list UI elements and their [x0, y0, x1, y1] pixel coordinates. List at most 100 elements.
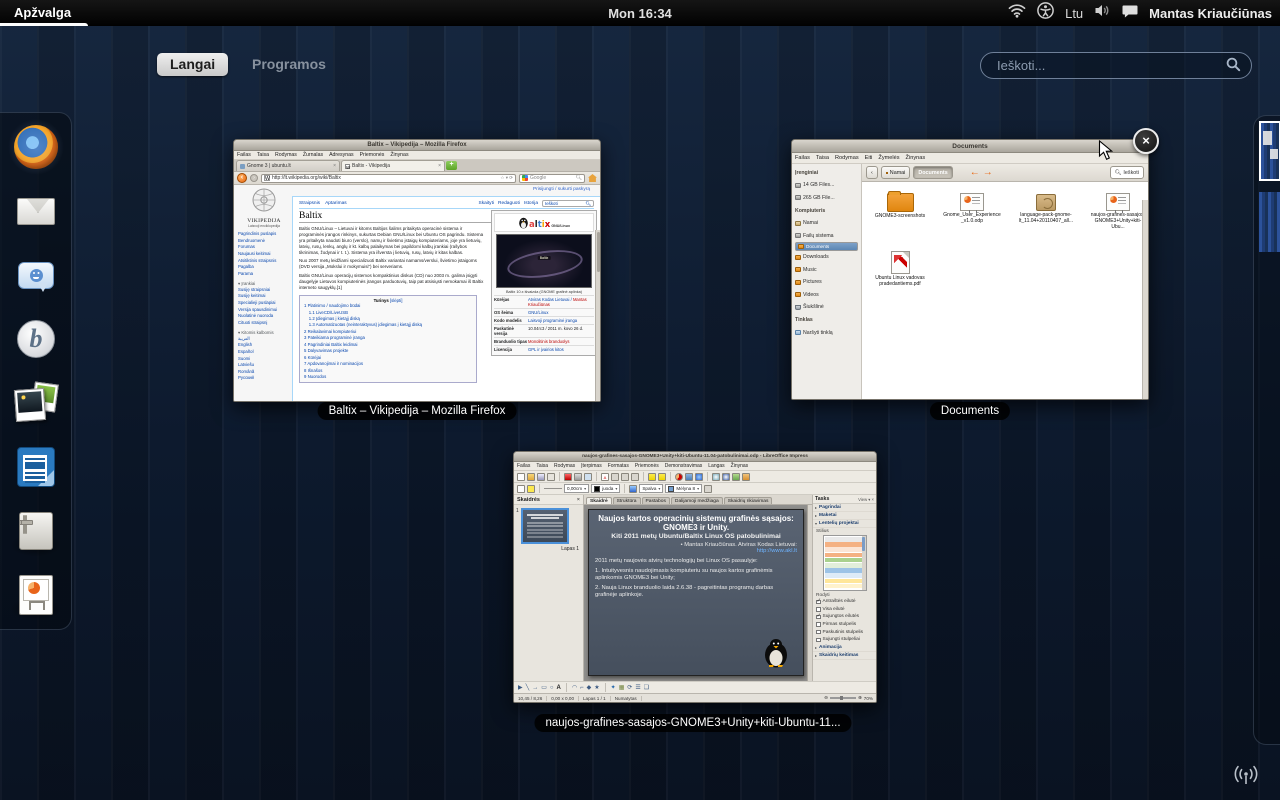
- sidebar-header: Tinklas: [795, 314, 861, 327]
- dock-firefox-icon[interactable]: [12, 123, 60, 171]
- menu-item: Failas: [795, 155, 810, 161]
- table-of-contents: Turinys [slėpti] 1 Platinimo / naudojimo…: [299, 295, 477, 383]
- window-label-documents: Documents: [930, 402, 1010, 420]
- google-icon: [522, 175, 528, 181]
- baltix-logo: altix GNU/Linux: [494, 213, 594, 232]
- infobox-row: OS šeimaGNU/Linux: [494, 308, 594, 316]
- article-paragraph: Baltix GNU/Linux operacijų sistemos komp…: [299, 273, 485, 291]
- menu-item: Rodymas: [275, 152, 297, 158]
- zoom-out-icon: ⊖: [824, 695, 828, 701]
- file-item-pdf: Ubuntu Linux vadovas pradedantiems.pdf: [864, 250, 936, 288]
- user-menu[interactable]: Mantas Kriaučiūnas: [1149, 6, 1272, 21]
- fontwork-icon: ✦: [611, 684, 616, 691]
- dock-empathy-icon[interactable]: [12, 251, 60, 299]
- infobox-row: LicencijaGPL ir įvairios kitos: [494, 345, 594, 353]
- keyboard-layout-indicator[interactable]: Ltu: [1065, 6, 1083, 21]
- slide-title: Naujos kartos operacinių sistemų grafinė…: [595, 514, 797, 532]
- checkbox-header-row: Antraštės eilutė: [813, 598, 876, 606]
- file-item-presentation: naujos-grafines-sasajos-GNOME3+Unity+kit…: [1082, 190, 1148, 230]
- search-placeholder: Ieškoti...: [997, 58, 1226, 73]
- sidebar-place-videos: Videos: [795, 289, 861, 302]
- tab-label: Gnome 3 | ubuntu.lt: [247, 163, 291, 169]
- tab-favicon: [240, 164, 245, 169]
- menu-item: Taisa: [257, 152, 269, 158]
- wiki-tabs-right: SkaitytiRedaguotiIstorija: [479, 201, 538, 206]
- mouse-cursor: [1098, 140, 1113, 166]
- checkbox-total-row: Visa eilutė: [813, 606, 876, 614]
- menu-item: Eiti: [865, 155, 873, 161]
- curve-tool-icon: ◠: [572, 684, 577, 691]
- dock-files-icon[interactable]: [12, 507, 60, 555]
- dock-shotwell-icon[interactable]: [12, 379, 60, 427]
- infobox-row: Paskutinė versija10.04rc3 / 2011 m. kovo…: [494, 324, 594, 337]
- copy-icon: [621, 473, 629, 481]
- package-icon: [1036, 194, 1056, 211]
- view-tab: Dalijamoji medžiaga: [671, 497, 723, 504]
- baltix-infobox: altix GNU/Linux Baltix Baltix 10.x išvai…: [491, 210, 597, 356]
- infobox-row: Kodo modelisLaisvoji programinė įranga: [494, 316, 594, 324]
- view-tab: Skaidrių rikiavimas: [724, 497, 773, 504]
- wiki-link: Naujausi keitimai: [238, 251, 290, 258]
- close-window-button[interactable]: ×: [1133, 128, 1159, 154]
- window-impress[interactable]: naujos-grafines-sasajos-GNOME3+Unity+kit…: [513, 451, 877, 703]
- paste-icon: [631, 473, 639, 481]
- firefox-titlebar: Baltix – Vikipedija – Mozilla Firefox: [234, 140, 600, 151]
- wikipedia-favicon: W: [345, 164, 350, 169]
- redo-icon: [658, 473, 666, 481]
- wifi-icon[interactable]: [1008, 3, 1026, 23]
- workspace-thumbnail-1[interactable]: [1259, 121, 1280, 181]
- dock-impress-icon[interactable]: [12, 571, 60, 619]
- arrow-tool-icon: →: [532, 685, 538, 691]
- line-tool-icon: ╲: [526, 684, 530, 691]
- url-bar: Whttp://lt.wikipedia.org/wiki/Baltix☆ ▾ …: [261, 174, 516, 183]
- wiki-search-icon: 🔍︎: [585, 201, 591, 207]
- wikipedia-logo: VIKIPEDIJA Laisvoji enciklopedija: [238, 188, 290, 228]
- tasks-section-slide-transition: ▸Skaidrių keitimas: [813, 652, 876, 660]
- arrange-icon: ❏: [644, 684, 649, 691]
- dock-writer-icon[interactable]: [12, 443, 60, 491]
- dock-banshee-icon[interactable]: b: [12, 315, 60, 363]
- tasks-section-layouts: ▸Maketai: [813, 512, 876, 520]
- network-broadcast-icon[interactable]: [1230, 765, 1262, 794]
- workspace-switcher: [1253, 115, 1280, 745]
- window-label-impress: naujos-grafines-sasajos-GNOME3+Unity+kit…: [534, 714, 851, 732]
- save-icon: [537, 473, 545, 481]
- nautilus-menubar: FailasTaisaRodymasEitiŽymelėsŽinynas: [792, 153, 1148, 164]
- infobox-row: Branduolio tipasMonolitinis branduolys: [494, 337, 594, 345]
- chat-bubble-icon: [18, 262, 54, 289]
- toc-entry: 9 Nuorodos: [304, 374, 472, 380]
- nautilus-sidebar: Įrenginiai 14 GB Files... 265 GB File...…: [792, 164, 862, 399]
- wiki-login-link: Prisijungti / sukurti paskyrą: [533, 187, 590, 192]
- dock-evolution-icon[interactable]: [12, 187, 60, 235]
- select-tool-icon: ▶: [518, 684, 523, 691]
- spellcheck-icon: A: [601, 473, 609, 481]
- window-files-documents[interactable]: Documents FailasTaisaRodymasEitiŽymelėsŽ…: [791, 139, 1149, 400]
- wiki-tabs-left: StraipsnisAptarimas: [299, 201, 352, 206]
- running-glow: [6, 119, 66, 175]
- tasks-section-master-pages: ▸Pagrindai: [813, 504, 876, 512]
- workspace-thumbnail-2[interactable]: [1259, 192, 1280, 252]
- volume-icon[interactable]: [1094, 3, 1111, 23]
- wiki-language-links: العربيةEnglishEspañolSuomiLatviešuRomână…: [238, 336, 290, 383]
- window-firefox[interactable]: Baltix – Vikipedija – Mozilla Firefox Fa…: [233, 139, 601, 402]
- bookmark-reload-icons: ☆ ▾ ⟳: [500, 175, 513, 181]
- undo-icon: [648, 473, 656, 481]
- accessibility-icon[interactable]: [1037, 2, 1054, 24]
- sidebar-place-home: Namai: [795, 217, 861, 230]
- tab-windows[interactable]: Langai: [157, 53, 228, 76]
- search-input[interactable]: Ieškoti...: [980, 52, 1252, 79]
- zoom-level: 70%: [864, 696, 873, 701]
- sidebar-place-music: Music: [795, 264, 861, 277]
- chat-icon[interactable]: [1122, 4, 1138, 23]
- wiki-logo-subtitle: Laisvoji enciklopedija: [238, 224, 290, 228]
- line-sample: ———: [544, 486, 562, 492]
- email-icon: [547, 473, 555, 481]
- menu-item: Taisa: [536, 463, 548, 469]
- home-icon: [588, 174, 597, 182]
- star-tool-icon: ★: [594, 684, 599, 691]
- tab-applications[interactable]: Programos: [252, 53, 326, 76]
- dash-dock: b: [0, 112, 72, 630]
- file-item-folder: GNOME3-screenshots: [864, 190, 936, 220]
- tab-close-icon: ×: [438, 163, 441, 169]
- menu-item: Žinynas: [731, 463, 749, 469]
